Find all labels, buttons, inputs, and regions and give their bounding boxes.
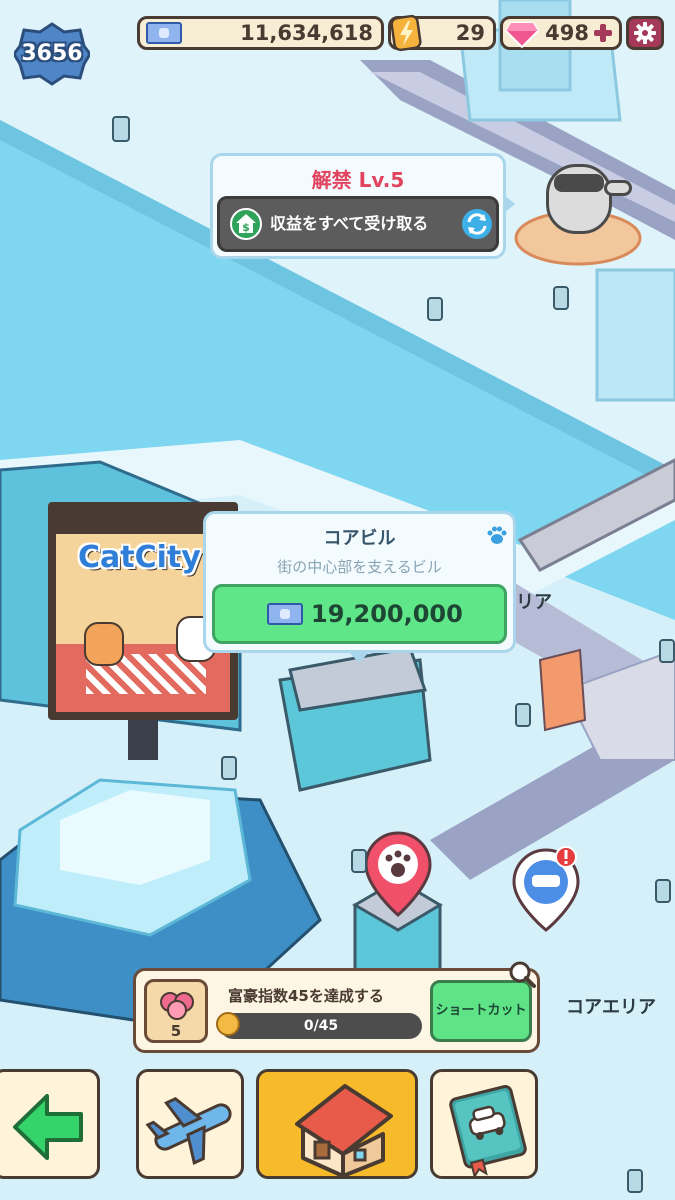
back-button[interactable] bbox=[0, 1069, 100, 1179]
collect-all-earnings-button[interactable]: $ 収益をすべて受け取る bbox=[217, 196, 499, 252]
building-card-pointer bbox=[348, 651, 370, 663]
nav-buildings[interactable] bbox=[256, 1069, 418, 1179]
cash-icon bbox=[267, 603, 303, 625]
plus-icon[interactable] bbox=[593, 23, 613, 43]
cat-character[interactable] bbox=[540, 150, 632, 236]
unlock-level-title: 解禁 Lv.5 bbox=[311, 168, 405, 192]
building-price: 19,200,000 bbox=[311, 600, 463, 628]
mission-title: 富豪指数45を達成する bbox=[228, 987, 384, 1005]
gem-counter[interactable]: 498 bbox=[500, 16, 622, 50]
coin-icon bbox=[216, 1012, 240, 1036]
airplane-icon bbox=[145, 1097, 232, 1165]
mission-progress-text: 0/45 bbox=[303, 1018, 339, 1034]
mission-reward[interactable]: 5 bbox=[144, 979, 208, 1043]
reward-count: 5 bbox=[170, 1022, 182, 1040]
billboard-logo: CatCity bbox=[78, 540, 201, 575]
unlock-popup-pointer bbox=[503, 194, 515, 214]
svg-text:$: $ bbox=[242, 221, 250, 234]
nav-vehicles[interactable] bbox=[430, 1069, 538, 1180]
mission-progress-bar: 0/45 bbox=[216, 1012, 422, 1039]
cash-icon bbox=[146, 22, 182, 44]
building-name: コアビル bbox=[323, 528, 396, 549]
buy-building-button[interactable]: 19,200,000 bbox=[212, 584, 507, 644]
shortcut-button[interactable]: ショートカット bbox=[430, 980, 532, 1042]
map-area-label-core: コアエリア bbox=[566, 997, 656, 1018]
money-value: 11,634,618 bbox=[240, 21, 373, 45]
house-icon bbox=[295, 1084, 393, 1178]
gem-icon bbox=[505, 22, 539, 49]
cat-treat-icon bbox=[160, 992, 194, 1020]
mission-panel: 5 富豪指数45を達成する 0/45 ショートカット bbox=[133, 968, 540, 1053]
settings-button[interactable] bbox=[626, 16, 664, 50]
player-level-value: 3656 bbox=[21, 41, 83, 66]
shortcut-label: ショートカット bbox=[435, 1003, 527, 1018]
unlock-popup: 解禁 Lv.5 $ 収益をすべて受け取る bbox=[210, 153, 506, 259]
energy-counter[interactable]: 29 bbox=[388, 14, 496, 52]
lightning-icon bbox=[391, 14, 422, 52]
house-coin-icon: $ bbox=[230, 208, 262, 240]
money-counter[interactable]: 11,634,618 bbox=[137, 16, 384, 50]
building-info-card: コアビル 街の中心部を支えるビル 19,200,000 bbox=[203, 511, 516, 653]
player-level-badge[interactable]: 3656 bbox=[14, 22, 90, 86]
back-arrow-icon bbox=[13, 1094, 83, 1160]
car-book-icon bbox=[449, 1085, 527, 1180]
magnifier-icon[interactable] bbox=[508, 960, 536, 988]
billboard-cat-left bbox=[84, 622, 124, 666]
collect-all-label: 収益をすべて受け取る bbox=[270, 214, 429, 233]
building-description: 街の中心部を支えるビル bbox=[277, 558, 442, 576]
refresh-icon bbox=[462, 209, 492, 239]
map-area-label-partial: リア bbox=[516, 592, 552, 613]
gem-value: 498 bbox=[545, 21, 589, 45]
nav-airport[interactable] bbox=[136, 1069, 244, 1179]
energy-value: 29 bbox=[455, 21, 485, 45]
gear-icon bbox=[634, 22, 656, 44]
paw-icon bbox=[487, 526, 507, 544]
